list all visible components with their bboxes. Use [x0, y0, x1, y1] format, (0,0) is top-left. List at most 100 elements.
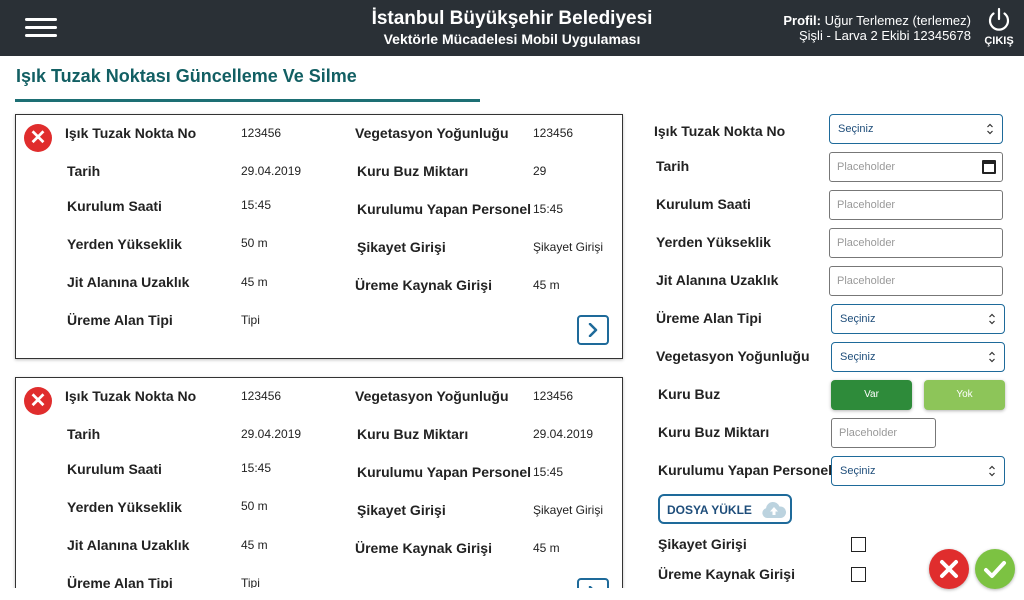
kuru-buz-var-button[interactable]: Var: [831, 380, 912, 410]
form-label-vegetasyon: Vegetasyon Yoğunluğu: [656, 348, 810, 364]
label-sikayet: Şikayet Girişi: [357, 239, 446, 255]
select-arrows-icon: [987, 123, 993, 135]
value-kurulumu-yapan: 15:45: [533, 465, 564, 479]
label-jit-alanina: Jit Alanına Uzaklık: [67, 537, 190, 553]
delete-record-icon[interactable]: ✕: [24, 124, 52, 152]
value-sikayet: Şikayet Girişi: [533, 503, 604, 517]
profile-label: Profil:: [783, 13, 821, 28]
tarih-date-input[interactable]: Placeholder: [829, 152, 1003, 182]
profile-unit: Şişli - Larva 2 Ekibi 12345678: [799, 28, 971, 43]
value-vegetasyon: 123456: [533, 389, 574, 403]
kurulumu-yapan-select-value: Seçiniz: [840, 465, 876, 477]
ureme-kaynak-checkbox[interactable]: [851, 567, 866, 582]
label-tarih: Tarih: [67, 426, 101, 442]
value-ureme-alan-tipi: Tipi: [241, 313, 260, 327]
kurulum-saati-placeholder: Placeholder: [837, 199, 896, 211]
record-card: ✕ Işık Tuzak Nokta No 123456 Tarih 29.04…: [15, 114, 623, 359]
kuru-buz-miktari-placeholder: Placeholder: [839, 427, 898, 439]
value-kurulumu-yapan: 15:45: [533, 202, 564, 216]
form-label-yerden-yukseklik: Yerden Yükseklik: [656, 234, 771, 250]
chevron-right-icon: [588, 323, 598, 337]
power-icon: [988, 7, 1010, 31]
value-nokta-no: 123456: [241, 389, 282, 403]
value-jit-alanina: 45 m: [241, 275, 268, 289]
label-tarih: Tarih: [67, 163, 101, 179]
label-vegetasyon: Vegetasyon Yoğunluğu: [355, 125, 509, 141]
value-ureme-kaynak: 45 m: [533, 278, 560, 292]
select-arrows-icon: [989, 313, 995, 325]
form-label-kuru-buz: Kuru Buz: [658, 386, 721, 402]
hamburger-menu-icon[interactable]: [25, 16, 57, 40]
label-ureme-alan-tipi: Üreme Alan Tipi: [67, 312, 173, 328]
form-label-jit-alanina: Jit Alanına Uzaklık: [656, 272, 779, 288]
next-button[interactable]: [577, 315, 609, 345]
profile-name: Uğur Terlemez (terlemez): [824, 13, 971, 28]
label-vegetasyon: Vegetasyon Yoğunluğu: [355, 388, 509, 404]
label-nokta-no: Işık Tuzak Nokta No: [65, 125, 197, 141]
value-sikayet: Şikayet Girişi: [533, 240, 604, 254]
value-tarih: 29.04.2019: [241, 427, 302, 441]
record-card: ✕ Işık Tuzak Nokta No 123456 Tarih 29.04…: [15, 377, 623, 588]
title-underline: [15, 99, 480, 102]
nokta-no-select[interactable]: Seçiniz: [829, 114, 1003, 144]
vegetasyon-select[interactable]: Seçiniz: [831, 342, 1005, 372]
label-ureme-alan-tipi: Üreme Alan Tipi: [67, 575, 173, 588]
value-nokta-no: 123456: [241, 126, 282, 140]
value-kurulum-saati: 15:45: [241, 198, 272, 212]
ureme-alan-tipi-select[interactable]: Seçiniz: [831, 304, 1005, 334]
kuru-buz-miktari-input[interactable]: Placeholder: [831, 418, 936, 448]
app-title: İstanbul Büyükşehir Belediyesi: [371, 8, 653, 29]
value-kurulum-saati: 15:45: [241, 461, 272, 475]
form-label-sikayet: Şikayet Girişi: [658, 536, 747, 552]
jit-alanina-input[interactable]: Placeholder: [829, 266, 1003, 296]
label-kurulum-saati: Kurulum Saati: [67, 198, 162, 214]
label-kurulumu-yapan: Kurulumu Yapan Personel: [357, 201, 532, 217]
profile-info: Profil: Uğur Terlemez (terlemez) Şişli -…: [783, 13, 971, 43]
confirm-button[interactable]: [975, 549, 1015, 589]
value-yerden-yukseklik: 50 m: [241, 236, 268, 250]
logout-button[interactable]: ÇIKIŞ: [984, 6, 1014, 47]
label-sikayet: Şikayet Girişi: [357, 502, 446, 518]
cancel-icon: [940, 560, 958, 578]
tarih-placeholder: Placeholder: [837, 161, 896, 173]
form-label-ureme-kaynak: Üreme Kaynak Girişi: [658, 566, 795, 582]
form-label-ureme-alan-tipi: Üreme Alan Tipi: [656, 310, 762, 326]
form-label-kurulumu-yapan: Kurulumu Yapan Personel: [658, 462, 833, 478]
label-nokta-no: Işık Tuzak Nokta No: [65, 388, 197, 404]
calendar-icon[interactable]: [982, 160, 996, 174]
label-jit-alanina: Jit Alanına Uzaklık: [67, 274, 190, 290]
check-icon: [984, 561, 1006, 578]
form-label-kuru-buz-miktari: Kuru Buz Miktarı: [658, 424, 770, 440]
page-title: Işık Tuzak Noktası Güncelleme Ve Silme: [16, 66, 357, 86]
value-ureme-alan-tipi: Tipi: [241, 576, 260, 588]
next-button[interactable]: [577, 578, 609, 588]
app-subtitle: Vektörle Mücadelesi Mobil Uygulaması: [383, 31, 641, 47]
yerden-yukseklik-input[interactable]: Placeholder: [829, 228, 1003, 258]
delete-record-icon[interactable]: ✕: [24, 387, 52, 415]
value-yerden-yukseklik: 50 m: [241, 499, 268, 513]
sikayet-checkbox[interactable]: [851, 537, 866, 552]
label-kuru-buz-miktari: Kuru Buz Miktarı: [357, 163, 469, 179]
jit-alanina-placeholder: Placeholder: [837, 275, 896, 287]
upload-file-button[interactable]: DOSYA YÜKLE: [658, 494, 792, 524]
kurulumu-yapan-select[interactable]: Seçiniz: [831, 456, 1005, 486]
value-ureme-kaynak: 45 m: [533, 541, 560, 555]
records-list[interactable]: ✕ Işık Tuzak Nokta No 123456 Tarih 29.04…: [0, 110, 640, 588]
form-label-kurulum-saati: Kurulum Saati: [656, 196, 751, 212]
label-kurulum-saati: Kurulum Saati: [67, 461, 162, 477]
value-tarih: 29.04.2019: [241, 164, 302, 178]
label-yerden-yukseklik: Yerden Yükseklik: [67, 499, 182, 515]
select-arrows-icon: [989, 465, 995, 477]
chevron-right-icon: [588, 586, 593, 588]
yerden-yukseklik-placeholder: Placeholder: [837, 237, 896, 249]
value-kuru-buz-miktari: 29.04.2019: [533, 427, 594, 441]
value-kuru-buz-miktari: 29: [533, 164, 547, 178]
upload-label: DOSYA YÜKLE: [667, 503, 752, 517]
label-kurulumu-yapan: Kurulumu Yapan Personel: [357, 464, 532, 480]
kuru-buz-yok-button[interactable]: Yok: [924, 380, 1005, 410]
cancel-button[interactable]: [929, 549, 969, 589]
kurulum-saati-input[interactable]: Placeholder: [829, 190, 1003, 220]
value-vegetasyon: 123456: [533, 126, 574, 140]
logout-label: ÇIKIŞ: [984, 35, 1014, 47]
form-label-nokta-no: Işık Tuzak Nokta No: [654, 123, 786, 139]
